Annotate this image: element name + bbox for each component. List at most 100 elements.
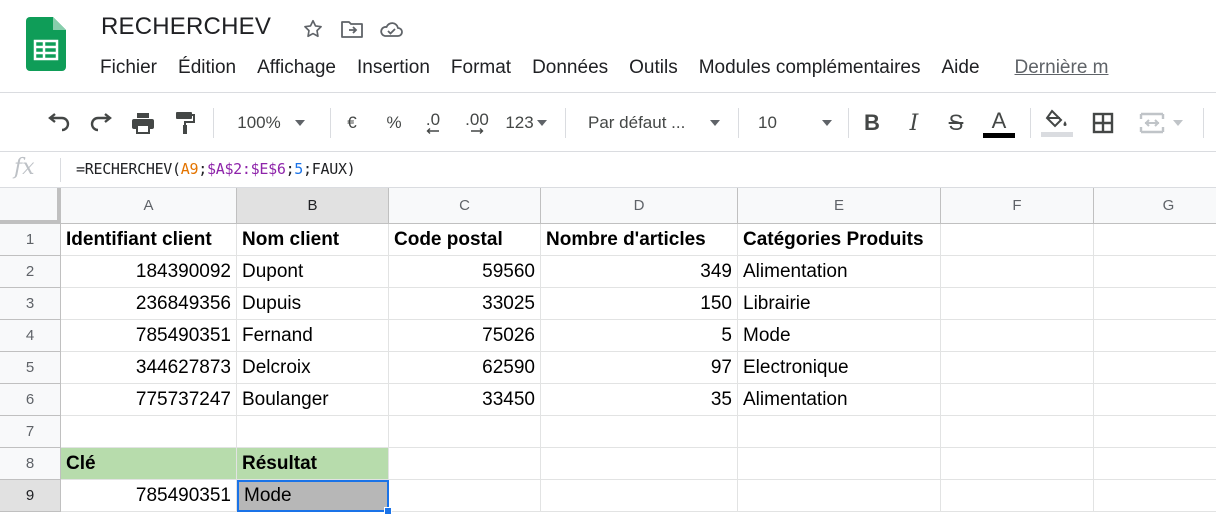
fill-handle[interactable] <box>384 507 392 515</box>
cloud-saved-icon[interactable] <box>378 16 404 42</box>
cell-f6[interactable] <box>941 384 1094 416</box>
menu-fichier[interactable]: Fichier <box>100 57 157 79</box>
row-header-1[interactable]: 1 <box>0 224 61 256</box>
cell-a8[interactable]: Clé <box>61 448 237 480</box>
cell-d5[interactable]: 97 <box>541 352 738 384</box>
menu-donnees[interactable]: Données <box>532 57 608 79</box>
column-header-d[interactable]: D <box>541 188 738 224</box>
row-header-2[interactable]: 2 <box>0 256 61 288</box>
cell-a7[interactable] <box>61 416 237 448</box>
cell-c9[interactable] <box>389 480 541 512</box>
currency-format-button[interactable]: € <box>338 93 366 153</box>
row-header-7[interactable]: 7 <box>0 416 61 448</box>
cell-e6[interactable]: Alimentation <box>738 384 941 416</box>
cell-g7[interactable] <box>1094 416 1216 448</box>
cell-d8[interactable] <box>541 448 738 480</box>
cell-a4[interactable]: 785490351 <box>61 320 237 352</box>
cell-f5[interactable] <box>941 352 1094 384</box>
cell-e5[interactable]: Electronique <box>738 352 941 384</box>
cell-b9[interactable]: Mode <box>237 480 389 512</box>
menu-insertion[interactable]: Insertion <box>357 57 430 79</box>
print-icon[interactable] <box>128 93 158 153</box>
more-formats-button[interactable]: 123 <box>500 93 552 153</box>
font-size-select[interactable]: 10 <box>748 93 838 153</box>
cell-f8[interactable] <box>941 448 1094 480</box>
cell-g4[interactable] <box>1094 320 1216 352</box>
cell-e4[interactable]: Mode <box>738 320 941 352</box>
sheets-logo-icon[interactable] <box>26 17 66 71</box>
cell-c8[interactable] <box>389 448 541 480</box>
row-header-6[interactable]: 6 <box>0 384 61 416</box>
menu-aide[interactable]: Aide <box>941 57 979 79</box>
cell-g5[interactable] <box>1094 352 1216 384</box>
merge-cells-button[interactable] <box>1132 93 1190 153</box>
cell-g2[interactable] <box>1094 256 1216 288</box>
document-title[interactable]: RECHERCHEV <box>101 13 271 41</box>
select-all-corner[interactable] <box>0 188 61 224</box>
zoom-select[interactable]: 100% <box>226 93 316 153</box>
undo-icon[interactable] <box>44 93 74 153</box>
cell-b7[interactable] <box>237 416 389 448</box>
cell-a9[interactable]: 785490351 <box>61 480 237 512</box>
menu-outils[interactable]: Outils <box>629 57 678 79</box>
font-family-select[interactable]: Par défaut ... <box>576 93 726 153</box>
cell-c5[interactable]: 62590 <box>389 352 541 384</box>
row-header-8[interactable]: 8 <box>0 448 61 480</box>
cell-b8[interactable]: Résultat <box>237 448 389 480</box>
cell-d1[interactable]: Nombre d'articles <box>541 224 738 256</box>
row-header-9[interactable]: 9 <box>0 480 61 512</box>
cell-b6[interactable]: Boulanger <box>237 384 389 416</box>
cell-a2[interactable]: 184390092 <box>61 256 237 288</box>
cell-b1[interactable]: Nom client <box>237 224 389 256</box>
cell-b2[interactable]: Dupont <box>237 256 389 288</box>
menu-format[interactable]: Format <box>451 57 511 79</box>
formula-input[interactable]: =RECHERCHEV(A9;$A$2:$E$6;5;FAUX) <box>76 160 356 178</box>
column-header-f[interactable]: F <box>941 188 1094 224</box>
cell-e1[interactable]: Catégories Produits <box>738 224 941 256</box>
cell-f9[interactable] <box>941 480 1094 512</box>
cell-b3[interactable]: Dupuis <box>237 288 389 320</box>
percent-format-button[interactable]: % <box>380 93 408 153</box>
column-header-e[interactable]: E <box>738 188 941 224</box>
cell-e7[interactable] <box>738 416 941 448</box>
cell-b4[interactable]: Fernand <box>237 320 389 352</box>
row-header-3[interactable]: 3 <box>0 288 61 320</box>
column-header-g[interactable]: G <box>1094 188 1216 224</box>
move-to-folder-icon[interactable] <box>339 16 365 42</box>
cell-g1[interactable] <box>1094 224 1216 256</box>
cell-a3[interactable]: 236849356 <box>61 288 237 320</box>
cell-f7[interactable] <box>941 416 1094 448</box>
redo-icon[interactable] <box>86 93 116 153</box>
decrease-decimals-button[interactable]: .0 <box>418 93 448 153</box>
row-header-5[interactable]: 5 <box>0 352 61 384</box>
cell-c7[interactable] <box>389 416 541 448</box>
cell-e9[interactable] <box>738 480 941 512</box>
borders-icon[interactable] <box>1088 93 1118 153</box>
cell-f1[interactable] <box>941 224 1094 256</box>
paint-format-icon[interactable] <box>170 93 200 153</box>
cell-e2[interactable]: Alimentation <box>738 256 941 288</box>
bold-button[interactable]: B <box>858 93 886 153</box>
text-color-button[interactable]: A <box>982 93 1016 153</box>
cell-g3[interactable] <box>1094 288 1216 320</box>
column-header-a[interactable]: A <box>61 188 237 224</box>
cell-c2[interactable]: 59560 <box>389 256 541 288</box>
column-header-c[interactable]: C <box>389 188 541 224</box>
menu-edition[interactable]: Édition <box>178 57 236 79</box>
last-edit-link[interactable]: Dernière m <box>1015 57 1109 79</box>
cell-f2[interactable] <box>941 256 1094 288</box>
cell-d6[interactable]: 35 <box>541 384 738 416</box>
cell-g6[interactable] <box>1094 384 1216 416</box>
cell-d7[interactable] <box>541 416 738 448</box>
increase-decimals-button[interactable]: .00 <box>460 93 494 153</box>
cell-c6[interactable]: 33450 <box>389 384 541 416</box>
cell-a5[interactable]: 344627873 <box>61 352 237 384</box>
cell-c1[interactable]: Code postal <box>389 224 541 256</box>
fill-color-button[interactable] <box>1040 93 1074 153</box>
cell-a6[interactable]: 775737247 <box>61 384 237 416</box>
cell-f4[interactable] <box>941 320 1094 352</box>
cell-c4[interactable]: 75026 <box>389 320 541 352</box>
star-icon[interactable] <box>300 16 326 42</box>
cell-g8[interactable] <box>1094 448 1216 480</box>
cell-f3[interactable] <box>941 288 1094 320</box>
